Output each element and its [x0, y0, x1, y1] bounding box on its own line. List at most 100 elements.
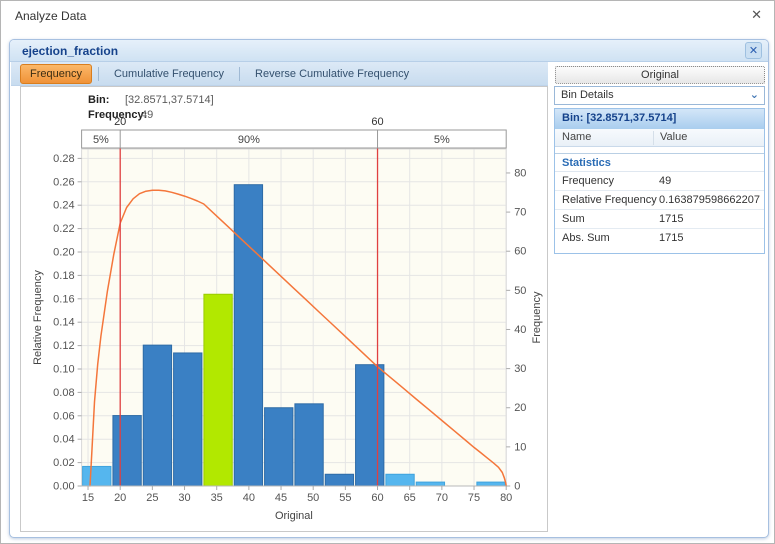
svg-text:0.18: 0.18 — [53, 270, 74, 282]
histogram-bar[interactable] — [174, 353, 202, 486]
dialog-title: Analyze Data — [15, 9, 86, 23]
histogram-bar[interactable] — [416, 482, 444, 486]
bin-tooltip: Bin: [32.8571,37.5714] Frequency: 49 — [88, 92, 214, 122]
svg-text:60: 60 — [371, 116, 383, 128]
ejection-fraction-panel: ejection_fraction ✕ Frequency Cumulative … — [9, 39, 769, 538]
svg-text:40: 40 — [243, 492, 255, 504]
tooltip-bin-label: Bin: — [88, 94, 125, 106]
svg-text:20: 20 — [114, 492, 126, 504]
svg-text:65: 65 — [404, 492, 416, 504]
svg-text:0.08: 0.08 — [53, 387, 74, 399]
row-value: 0.163879598662207... — [659, 194, 761, 206]
table-row[interactable]: Frequency 49 — [555, 172, 764, 191]
svg-text:40: 40 — [514, 324, 526, 336]
svg-text:80: 80 — [500, 492, 512, 504]
svg-text:60: 60 — [371, 492, 383, 504]
row-name: Frequency — [562, 175, 614, 187]
svg-text:0.06: 0.06 — [53, 410, 74, 422]
histogram-bar[interactable] — [386, 474, 414, 486]
svg-text:0: 0 — [514, 481, 520, 493]
svg-text:10: 10 — [514, 441, 526, 453]
tooltip-frequency-value: 49 — [141, 109, 153, 121]
statistics-header: Statistics — [555, 153, 764, 172]
bin-table-header: Bin: [32.8571,37.5714] — [555, 109, 764, 129]
histogram-bar[interactable] — [265, 408, 293, 486]
svg-text:50: 50 — [307, 492, 319, 504]
svg-text:0.22: 0.22 — [53, 223, 74, 235]
table-row[interactable]: Abs. Sum 1715 — [555, 229, 764, 248]
svg-text:80: 80 — [514, 167, 526, 179]
svg-text:0.24: 0.24 — [53, 200, 74, 212]
table-row[interactable]: Sum 1715 — [555, 210, 764, 229]
svg-text:0.28: 0.28 — [53, 153, 74, 165]
svg-text:0.20: 0.20 — [53, 247, 74, 259]
svg-text:70: 70 — [514, 207, 526, 219]
panel-header: ejection_fraction ✕ — [10, 40, 768, 62]
row-value: 1715 — [659, 232, 761, 244]
svg-text:30: 30 — [514, 363, 526, 375]
svg-text:30: 30 — [178, 492, 190, 504]
chart-container: 20 60 5% 90% 5% 15 20 25 30 35 40 45 50 55 60 65 70 75 80 O… — [20, 86, 548, 532]
svg-text:5%: 5% — [434, 134, 450, 146]
bin-details-dropdown-value: Bin Details — [561, 89, 614, 101]
svg-text:0.04: 0.04 — [53, 434, 74, 446]
histogram-bar[interactable] — [477, 482, 505, 486]
svg-text:45: 45 — [275, 492, 287, 504]
bin-details-dropdown[interactable]: Bin Details ⌄ — [554, 86, 765, 105]
table-column-headers: Name Value — [555, 129, 764, 147]
statistics-rows: Frequency49Relative Frequency0.163879598… — [555, 172, 764, 248]
table-row[interactable]: Relative Frequency0.163879598662207... — [555, 191, 764, 210]
right-axis-title: Frequency — [531, 291, 543, 343]
svg-text:75: 75 — [468, 492, 480, 504]
histogram-bar[interactable] — [295, 404, 323, 486]
histogram-bar[interactable] — [113, 416, 141, 486]
histogram-bar-selected[interactable] — [204, 294, 232, 486]
tab-cumulative-frequency[interactable]: Cumulative Frequency — [105, 65, 233, 83]
tab-reverse-cumulative-frequency[interactable]: Reverse Cumulative Frequency — [246, 65, 418, 83]
svg-text:55: 55 — [339, 492, 351, 504]
dialog-titlebar: Analyze Data ✕ — [1, 1, 774, 31]
analyze-data-dialog: Analyze Data ✕ ejection_fraction ✕ Frequ… — [0, 0, 775, 544]
svg-text:25: 25 — [146, 492, 158, 504]
row-name: Relative Frequency — [562, 194, 657, 206]
histogram-bar[interactable] — [234, 185, 262, 486]
row-value: 49 — [659, 175, 761, 187]
histogram-bar[interactable] — [325, 474, 353, 486]
svg-text:20: 20 — [514, 402, 526, 414]
bin-details-table: Bin: [32.8571,37.5714] Name Value Statis… — [554, 108, 765, 254]
histogram-bar[interactable] — [83, 466, 111, 486]
tab-strip: Frequency Cumulative Frequency Reverse Cum… — [11, 62, 548, 86]
tooltip-bin-value: [32.8571,37.5714] — [125, 94, 214, 106]
chevron-down-icon: ⌄ — [750, 87, 759, 104]
panel-title: ejection_fraction — [22, 44, 118, 58]
dialog-close-icon[interactable]: ✕ — [751, 8, 762, 22]
svg-text:50: 50 — [514, 285, 526, 297]
row-value: 1715 — [659, 213, 761, 225]
row-name: Sum — [562, 213, 585, 225]
svg-text:Original: Original — [275, 510, 313, 522]
panel-close-icon[interactable]: ✕ — [745, 42, 762, 59]
svg-text:35: 35 — [211, 492, 223, 504]
histogram-bar[interactable] — [143, 345, 171, 486]
svg-text:0.02: 0.02 — [53, 457, 74, 469]
svg-text:90%: 90% — [238, 134, 260, 146]
column-header-value: Value — [653, 131, 687, 145]
svg-text:0.12: 0.12 — [53, 340, 74, 352]
row-name: Abs. Sum — [562, 232, 610, 244]
svg-text:5%: 5% — [93, 134, 109, 146]
svg-text:0.14: 0.14 — [53, 317, 74, 329]
svg-text:0.16: 0.16 — [53, 293, 74, 305]
svg-text:0.00: 0.00 — [53, 481, 74, 493]
tab-frequency[interactable]: Frequency — [20, 64, 92, 84]
tooltip-frequency-label: Frequency: — [88, 109, 141, 121]
tab-divider — [239, 67, 240, 81]
column-header-name: Name — [562, 131, 591, 143]
svg-text:60: 60 — [514, 246, 526, 258]
svg-text:0.26: 0.26 — [53, 176, 74, 188]
left-axis-title: Relative Frequency — [32, 270, 44, 365]
histogram-bar[interactable] — [356, 365, 384, 486]
original-button[interactable]: Original — [555, 66, 765, 84]
svg-text:15: 15 — [82, 492, 94, 504]
svg-text:0.10: 0.10 — [53, 364, 74, 376]
histogram-chart: 20 60 5% 90% 5% 15 20 25 30 35 40 45 50 55 60 65 70 75 80 O… — [21, 87, 547, 531]
